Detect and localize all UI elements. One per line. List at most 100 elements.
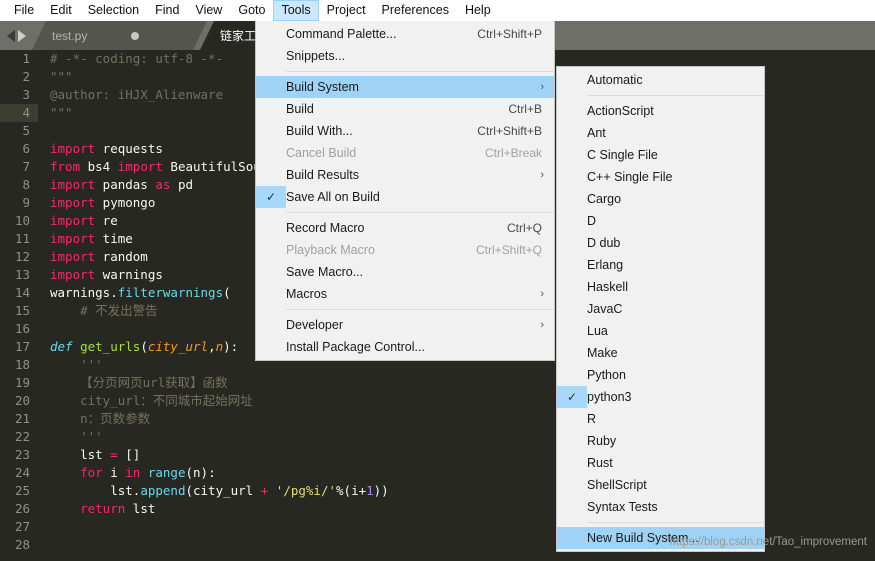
menu-check-slot: [256, 76, 286, 98]
tab-prev-arrow-icon[interactable]: [6, 29, 15, 42]
tools-menu-dropdown[interactable]: Command Palette... Ctrl+Shift+P Snippets..…: [255, 21, 555, 361]
code-text: import pandas as pd: [38, 176, 193, 194]
menu-check-slot: [256, 261, 286, 283]
tools-menu-item-record-macro[interactable]: Record Macro Ctrl+Q: [256, 217, 554, 239]
code-text: # 不发出警告: [38, 302, 158, 320]
tools-menu-item-macros[interactable]: Macros ›: [256, 283, 554, 305]
code-token: import: [50, 267, 96, 282]
menubar-item-find[interactable]: Find: [147, 0, 187, 21]
build-system-item-ruby[interactable]: Ruby: [557, 430, 764, 452]
code-token: lst.: [50, 483, 141, 498]
menu-item-label: Haskell: [587, 280, 628, 294]
tools-menu-item-build-with[interactable]: Build With... Ctrl+Shift+B: [256, 120, 554, 142]
build-system-item-rust[interactable]: Rust: [557, 452, 764, 474]
build-system-item-make[interactable]: Make: [557, 342, 764, 364]
menubar-item-selection[interactable]: Selection: [80, 0, 147, 21]
code-text: """: [38, 104, 73, 122]
menu-item-label: Save All on Build: [286, 190, 380, 204]
code-token: lst: [50, 447, 111, 462]
line-number: 4: [0, 104, 38, 122]
code-token: ''': [50, 429, 103, 444]
code-token: bs4: [80, 159, 118, 174]
build-system-item-c-single-file[interactable]: C++ Single File: [557, 166, 764, 188]
menu-item-label: Syntax Tests: [587, 500, 658, 514]
menu-item-label: Automatic: [587, 73, 643, 87]
line-number: 7: [22, 159, 30, 174]
code-token: pandas: [95, 177, 156, 192]
code-token: ,: [208, 339, 216, 354]
menu-item-shortcut: Ctrl+Shift+Q: [475, 243, 542, 257]
build-system-item-javac[interactable]: JavaC: [557, 298, 764, 320]
build-system-item-cargo[interactable]: Cargo: [557, 188, 764, 210]
menu-item-shortcut: Ctrl+B: [508, 102, 542, 116]
menubar-item-file[interactable]: File: [6, 0, 42, 21]
tab-next-arrow-icon[interactable]: [17, 29, 26, 42]
build-system-item-python3[interactable]: ✓ python3: [557, 386, 764, 408]
line-number: 14: [14, 285, 30, 300]
menu-check-slot: [256, 283, 286, 305]
menubar-item-tools[interactable]: Tools: [273, 0, 319, 21]
build-system-item-haskell[interactable]: Haskell: [557, 276, 764, 298]
menubar-item-project[interactable]: Project: [319, 0, 374, 21]
build-system-item-r[interactable]: R: [557, 408, 764, 430]
tools-menu-item-save-all-on-build[interactable]: ✓ Save All on Build: [256, 186, 554, 208]
menubar-item-preferences[interactable]: Preferences: [374, 0, 457, 21]
menubar-item-view[interactable]: View: [187, 0, 230, 21]
build-system-item-d-dub[interactable]: D dub: [557, 232, 764, 254]
menubar-item-edit[interactable]: Edit: [42, 0, 80, 21]
build-system-item-shellscript[interactable]: ShellScript: [557, 474, 764, 496]
tools-menu-item-install-package-control[interactable]: Install Package Control...: [256, 336, 554, 358]
tools-menu-item-build-results[interactable]: Build Results ›: [256, 164, 554, 186]
menu-item-label: Ant: [587, 126, 606, 140]
line-number: 8: [22, 177, 30, 192]
build-system-item-python[interactable]: Python: [557, 364, 764, 386]
code-token: []: [125, 447, 141, 462]
tools-menu-item-developer[interactable]: Developer ›: [256, 314, 554, 336]
sublime-text-window: File Edit Selection Find View Goto Tools Projec…: [0, 0, 875, 561]
tools-menu-item-snippets[interactable]: Snippets...: [256, 45, 554, 67]
menubar-item-help[interactable]: Help: [457, 0, 499, 21]
menu-item-label: Make: [587, 346, 618, 360]
menu-item-label: R: [587, 412, 597, 426]
code-text: warnings.filterwarnings(: [38, 284, 231, 302]
line-number: 28: [14, 537, 30, 552]
code-token: get_urls: [80, 339, 141, 354]
tools-menu-item-build[interactable]: Build Ctrl+B: [256, 98, 554, 120]
build-system-item-lua[interactable]: Lua: [557, 320, 764, 342]
menu-check-slot: [557, 342, 587, 364]
build-system-item-c-single-file[interactable]: C Single File: [557, 144, 764, 166]
menu-item-label: C Single File: [587, 148, 658, 162]
code-token: def: [50, 339, 73, 354]
checkmark-icon: ✓: [256, 186, 286, 208]
build-system-item-syntax-tests[interactable]: Syntax Tests: [557, 496, 764, 518]
code-text: ''': [38, 428, 103, 446]
menubar-item-goto[interactable]: Goto: [230, 0, 273, 21]
build-system-item-d[interactable]: D: [557, 210, 764, 232]
tools-menu-item-save-macro[interactable]: Save Macro...: [256, 261, 554, 283]
code-token: pymongo: [95, 195, 156, 210]
build-system-item-new-build-system[interactable]: New Build System...: [557, 527, 764, 549]
build-system-item-erlang[interactable]: Erlang: [557, 254, 764, 276]
chevron-right-icon: ›: [540, 288, 544, 300]
menu-check-slot: [557, 210, 587, 232]
tools-menu-item-build-system[interactable]: Build System ›: [256, 76, 554, 98]
tools-menu-item-command-palette[interactable]: Command Palette... Ctrl+Shift+P: [256, 23, 554, 45]
line-number: 23: [14, 447, 30, 462]
menu-item-label: ActionScript: [587, 104, 654, 118]
build-system-submenu[interactable]: Automatic ActionScript Ant C Single File C++…: [556, 66, 765, 552]
menu-item-label: Build With...: [286, 124, 353, 138]
build-system-item-actionscript[interactable]: ActionScript: [557, 100, 764, 122]
line-number: 26: [14, 501, 30, 516]
menu-item-label: ShellScript: [587, 478, 647, 492]
menu-check-slot: [557, 320, 587, 342]
code-text: import requests: [38, 140, 163, 158]
menu-item-label: Ruby: [587, 434, 617, 448]
tab-nav-arrows[interactable]: [0, 21, 32, 50]
menu-bar: File Edit Selection Find View Goto Tools Projec…: [0, 0, 875, 21]
menu-check-slot: [557, 364, 587, 386]
build-system-item-ant[interactable]: Ant: [557, 122, 764, 144]
build-system-item-automatic[interactable]: Automatic: [557, 69, 764, 91]
code-token: city_url：不同城市起始网址: [50, 393, 253, 408]
editor-tab-test-py[interactable]: test.py: [32, 21, 207, 50]
